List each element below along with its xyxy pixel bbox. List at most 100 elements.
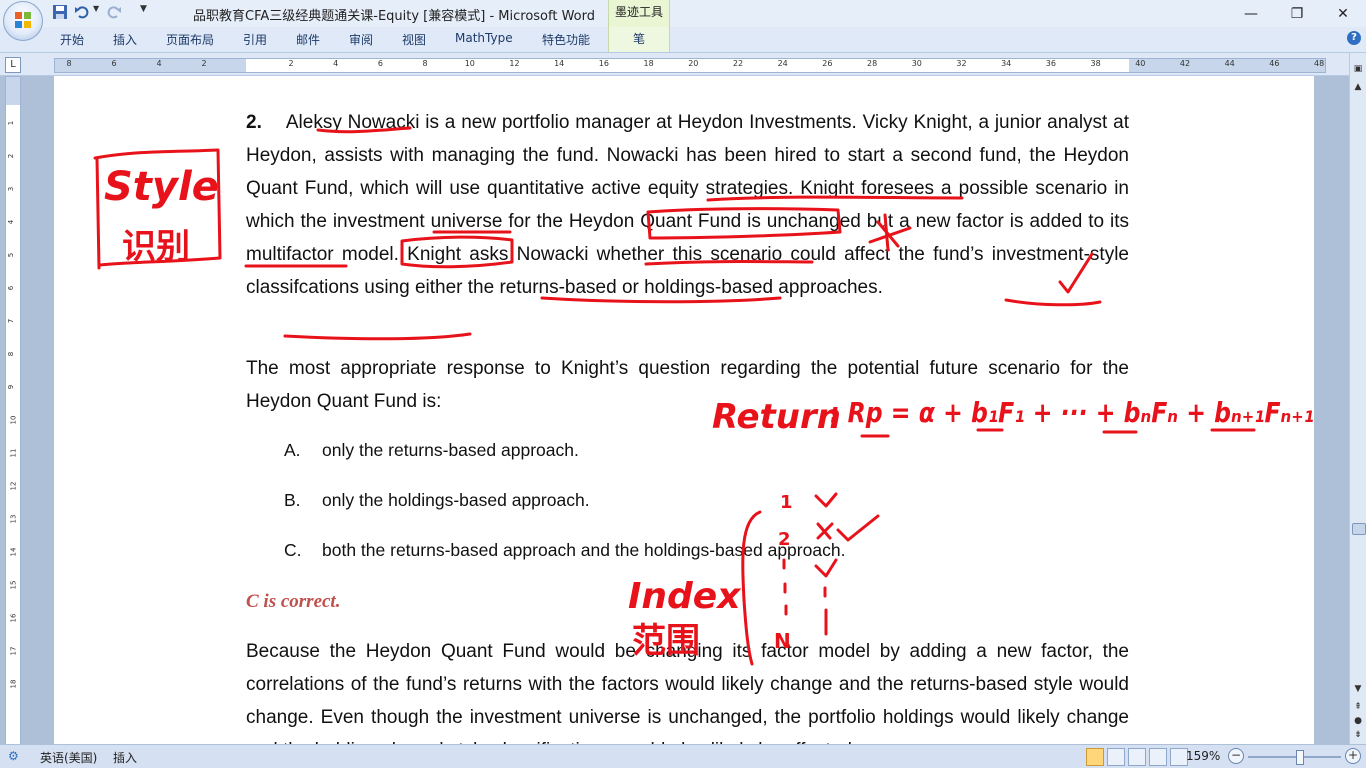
- ruler-number: 46: [1269, 59, 1280, 68]
- ruler-number: 16: [598, 59, 609, 68]
- vertical-ruler[interactable]: 1 2 3 4 5 6 7 8 9 10 11 12 13 14 15 16 17 18: [5, 76, 21, 746]
- ruler-number: 14: [9, 547, 18, 557]
- question-paragraph[interactable]: 2. Aleksy Nowacki is a new portfolio mana…: [246, 106, 1129, 304]
- answer-label: C is correct.: [246, 591, 341, 612]
- prev-page-icon[interactable]: ⇞: [1352, 701, 1364, 713]
- undo-dropdown-icon[interactable]: ▼: [93, 4, 99, 22]
- close-icon: ✕: [1337, 5, 1349, 22]
- close-button[interactable]: ✕: [1320, 0, 1366, 27]
- ruler-number: 2: [7, 153, 16, 159]
- ruler-number: 14: [554, 59, 565, 68]
- ruler-number: 2: [288, 59, 294, 68]
- tab-insert[interactable]: 插入: [113, 31, 137, 48]
- question-text: Aleksy Nowacki is a new portfolio manage…: [246, 112, 1129, 298]
- zoom-slider-track[interactable]: [1248, 756, 1341, 758]
- option-b[interactable]: B. only the holdings-based approach.: [284, 490, 590, 511]
- ruler-number: 26: [822, 59, 833, 68]
- browse-object-icon[interactable]: ●: [1352, 715, 1364, 727]
- title-bar: ▼ ▼ 品职教育CFA三级经典题通关课-Equity [兼容模式] - Micr…: [0, 0, 1366, 41]
- ruler-number: 4: [333, 59, 339, 68]
- ruler-number: 6: [111, 59, 117, 68]
- save-icon[interactable]: [52, 4, 68, 22]
- ruler-number: 40: [1135, 59, 1146, 68]
- question-number: 2.: [246, 112, 262, 133]
- ruler-number: 3: [7, 186, 16, 192]
- next-page-icon[interactable]: ⇟: [1352, 729, 1364, 741]
- ruler-number: 18: [643, 59, 654, 68]
- horizontal-ruler-bar: L 8 6 4 2 2 4 6 8 10 12 14 16 18 20 22 24 26 28 30 32 34 36 38…: [0, 53, 1366, 76]
- tab-special-features[interactable]: 特色功能: [542, 31, 590, 48]
- tab-home[interactable]: 开始: [60, 31, 84, 48]
- help-icon[interactable]: ?: [1347, 31, 1361, 45]
- web-layout-view-button[interactable]: [1128, 748, 1146, 766]
- ruler-number: 18: [9, 679, 18, 689]
- tab-page-layout[interactable]: 页面布局: [166, 31, 214, 48]
- ruler-number: 22: [732, 59, 744, 68]
- tab-references[interactable]: 引用: [243, 31, 267, 48]
- tab-selector-button[interactable]: L: [5, 57, 21, 73]
- ruler-number: 12: [509, 59, 520, 68]
- full-screen-reading-view-button[interactable]: [1107, 748, 1125, 766]
- ruler-number: 7: [7, 318, 16, 324]
- ruler-number: 17: [9, 646, 18, 656]
- zoom-in-button[interactable]: +: [1345, 748, 1361, 764]
- scroll-thumb[interactable]: [1352, 523, 1366, 535]
- status-bar: ⚙ 英语(美国) 插入 159% − +: [0, 744, 1366, 768]
- horizontal-ruler[interactable]: 8 6 4 2 2 4 6 8 10 12 14 16 18 20 22 24 26 28 30 32 34 36 38 40…: [54, 58, 1326, 73]
- outline-view-button[interactable]: [1149, 748, 1167, 766]
- office-button[interactable]: [3, 1, 43, 41]
- zoom-level[interactable]: 159%: [1186, 749, 1220, 763]
- ruler-number: 24: [777, 59, 788, 68]
- view-buttons: [1086, 748, 1188, 766]
- ribbon-tabs: 开始 插入 页面布局 引用 邮件 审阅 视图 MathType 特色功能 笔 ?: [0, 27, 1366, 53]
- restore-icon: ❐: [1290, 5, 1304, 22]
- ruler-number: 6: [377, 59, 383, 68]
- zoom-out-button[interactable]: −: [1228, 748, 1244, 764]
- ruler-number: 20: [688, 59, 699, 68]
- option-a[interactable]: A. only the returns-based approach.: [284, 440, 579, 461]
- zoom-slider-handle[interactable]: [1296, 750, 1304, 765]
- tab-mailings[interactable]: 邮件: [296, 31, 320, 48]
- ruler-number: 48: [1314, 59, 1325, 68]
- option-text: only the returns-based approach.: [322, 440, 579, 460]
- language-status[interactable]: 英语(美国): [40, 749, 97, 766]
- window-title: 品职教育CFA三级经典题通关课-Equity [兼容模式] - Microsof…: [193, 9, 595, 24]
- ruler-number: 9: [7, 384, 16, 390]
- scroll-up-icon[interactable]: ▲: [1352, 81, 1364, 93]
- tab-pen[interactable]: 笔: [608, 27, 670, 52]
- restore-button[interactable]: ❐: [1274, 0, 1320, 27]
- minimize-button[interactable]: —: [1228, 0, 1274, 27]
- ruler-number: 16: [9, 613, 18, 623]
- prompt-paragraph[interactable]: The most appropriate response to Knight’…: [246, 352, 1129, 418]
- option-text: both the returns-based approach and the …: [322, 540, 846, 560]
- ruler-number: 4: [156, 59, 162, 68]
- tab-view[interactable]: 视图: [402, 31, 426, 48]
- ruler-number: 8: [66, 59, 72, 68]
- ruler-number: 11: [9, 448, 18, 458]
- vertical-scrollbar[interactable]: ▣ ▲ ▼ ⇞ ● ⇟: [1349, 53, 1366, 744]
- customize-toolbar-icon[interactable]: ▼: [140, 4, 147, 22]
- option-c[interactable]: C. both the returns-based approach and th…: [284, 540, 845, 561]
- option-letter: B.: [284, 490, 301, 510]
- ruler-number: 30: [911, 59, 922, 68]
- ruler-top-margin: [6, 77, 20, 105]
- scroll-down-icon[interactable]: ▼: [1352, 683, 1364, 695]
- redo-icon[interactable]: [106, 4, 122, 22]
- ruler-number: 12: [9, 481, 18, 491]
- undo-icon[interactable]: [74, 4, 90, 22]
- ruler-number: 10: [464, 59, 475, 68]
- tab-review[interactable]: 审阅: [349, 31, 373, 48]
- ruler-number: 15: [9, 580, 18, 590]
- ruler-number: 6: [7, 285, 16, 291]
- tab-mathtype[interactable]: MathType: [455, 31, 513, 45]
- ink-tools-group-label: 墨迹工具: [608, 0, 670, 27]
- minimize-icon: —: [1244, 5, 1258, 22]
- ruler-number: 38: [1090, 59, 1101, 68]
- language-icon[interactable]: ⚙: [8, 749, 19, 763]
- ruler-number: 10: [9, 415, 18, 425]
- ruler-number: 36: [1045, 59, 1056, 68]
- ruler-toggle-icon[interactable]: ▣: [1352, 63, 1364, 75]
- insert-mode-status[interactable]: 插入: [113, 749, 137, 766]
- print-layout-view-button[interactable]: [1086, 748, 1104, 766]
- ruler-number: 4: [7, 219, 16, 225]
